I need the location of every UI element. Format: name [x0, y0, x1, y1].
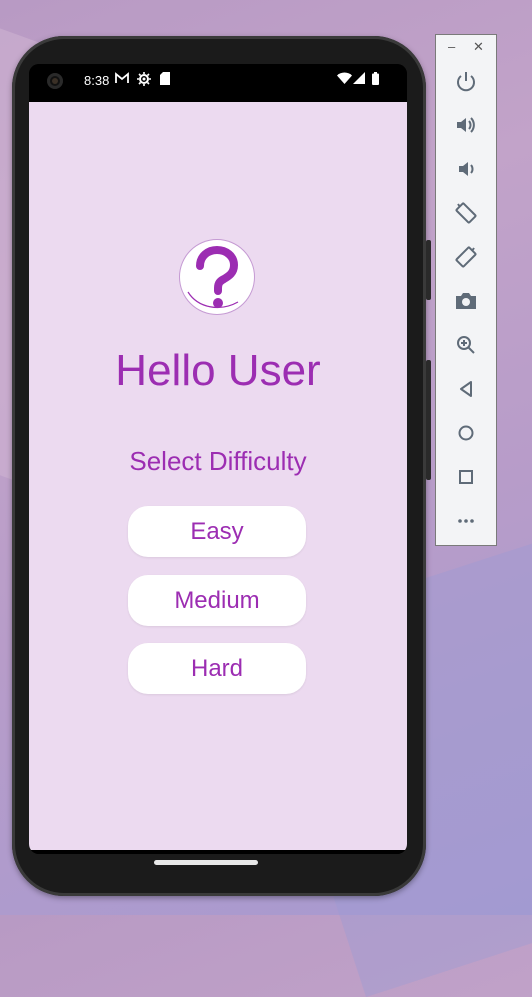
power-icon[interactable]: [452, 67, 480, 95]
wifi-icon: [337, 72, 352, 88]
battery-icon: [372, 72, 379, 89]
hard-button[interactable]: Hard: [128, 643, 306, 694]
volume-down-icon[interactable]: [452, 155, 480, 183]
phone-volume-button: [426, 360, 431, 480]
gmail-icon: [115, 72, 129, 88]
front-camera-icon: [47, 73, 63, 89]
close-icon[interactable]: ✕: [473, 39, 484, 55]
sd-card-icon: [160, 72, 170, 89]
select-difficulty-label: Select Difficulty: [129, 446, 307, 476]
medium-button[interactable]: Medium: [128, 575, 306, 626]
question-mark-icon: [180, 240, 254, 314]
overview-icon[interactable]: [452, 463, 480, 491]
back-icon[interactable]: [452, 375, 480, 403]
rotate-left-icon[interactable]: [452, 199, 480, 227]
settings-icon: [137, 72, 151, 90]
status-bar: 8:38: [29, 64, 407, 102]
phone-power-button: [426, 240, 431, 300]
status-time: 8:38: [84, 73, 110, 88]
toolbar-window-controls: – ✕: [436, 39, 496, 55]
phone-screen: 8:38 Hello User Select Difficulty Easy M…: [29, 64, 407, 854]
emulator-toolbar: – ✕: [435, 34, 497, 546]
minimize-icon[interactable]: –: [448, 39, 455, 55]
camera-icon[interactable]: [452, 287, 480, 315]
rotate-right-icon[interactable]: [452, 243, 480, 271]
volume-up-icon[interactable]: [452, 111, 480, 139]
cellular-icon: [353, 72, 365, 88]
greeting-title: Hello User: [115, 346, 321, 395]
easy-button[interactable]: Easy: [128, 506, 306, 557]
more-icon[interactable]: [452, 507, 480, 535]
app-content: Hello User Select Difficulty Easy Medium…: [29, 102, 407, 850]
zoom-icon[interactable]: [452, 331, 480, 359]
navigation-bar: [29, 850, 407, 854]
home-gesture-bar[interactable]: [154, 860, 258, 865]
home-icon[interactable]: [452, 419, 480, 447]
